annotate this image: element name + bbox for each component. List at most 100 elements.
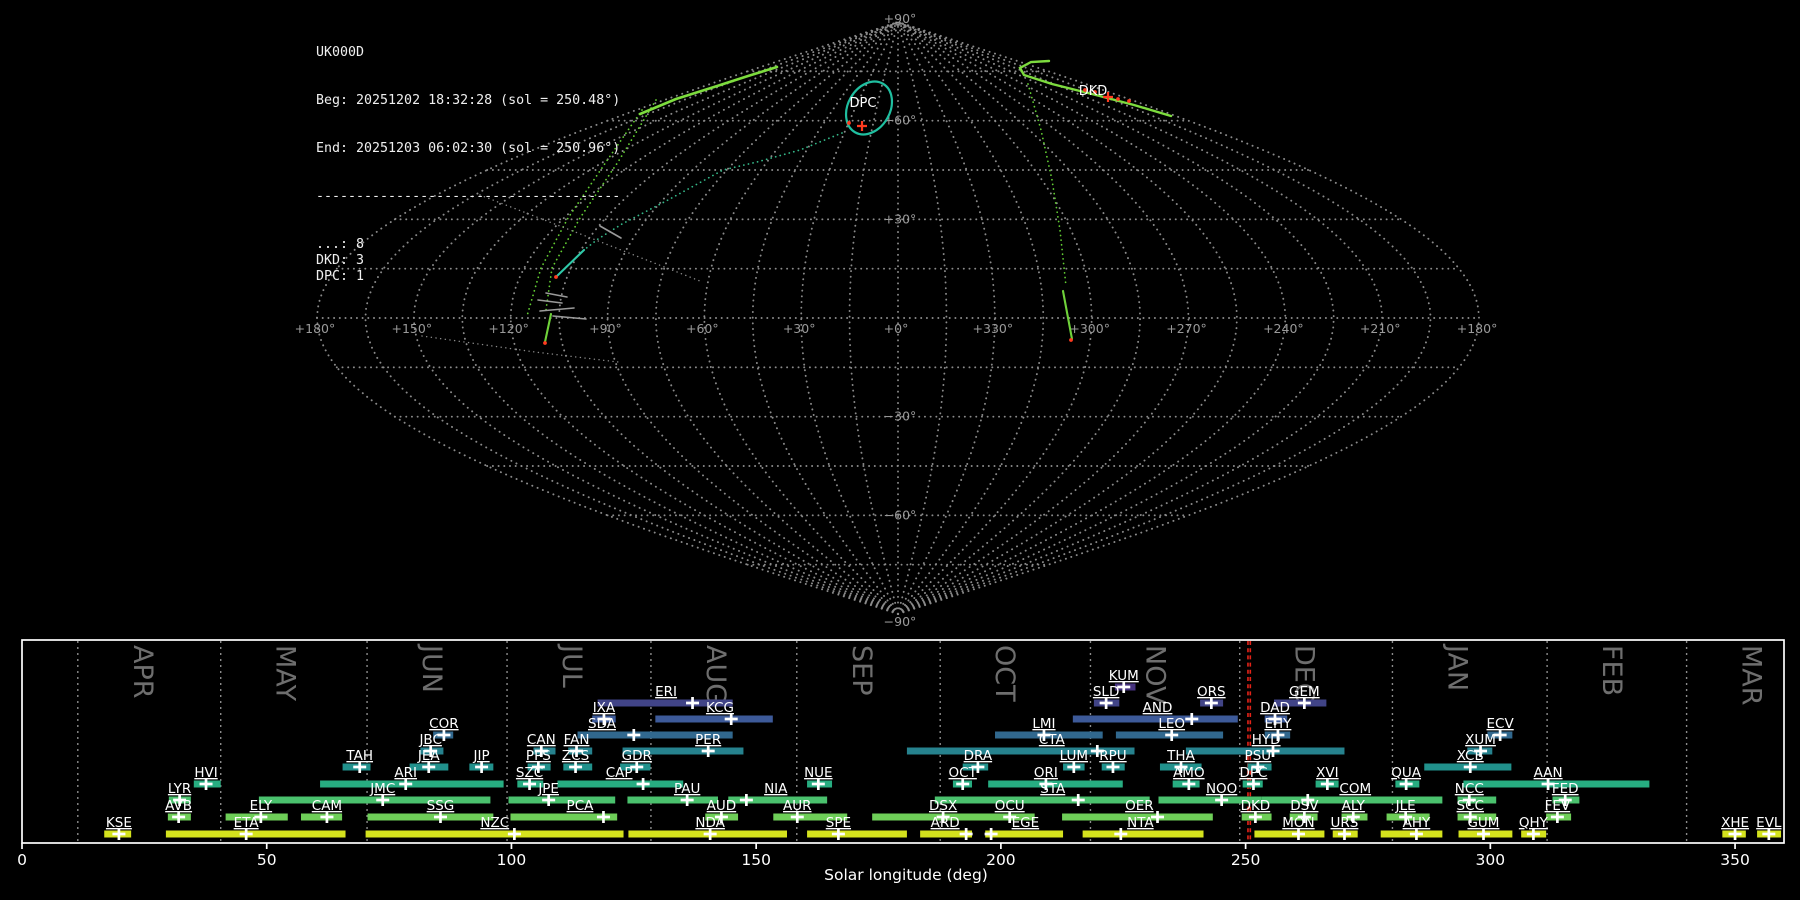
- x-tick-label: 350: [1720, 851, 1750, 869]
- shower-label-ZCS: ZCS: [562, 748, 589, 764]
- map-longitude-label: +210°: [1360, 321, 1401, 336]
- shower-label-JEA: JEA: [417, 748, 441, 764]
- shower-label-DSX: DSX: [929, 798, 957, 814]
- shower-label-JBC: JBC: [418, 732, 441, 748]
- month-label-AUG: AUG: [700, 645, 731, 704]
- shower-label-RPU: RPU: [1099, 748, 1126, 764]
- x-tick-label: 200: [986, 851, 1016, 869]
- shower-label-NOO: NOO: [1206, 781, 1237, 797]
- shower-label-JMC: JMC: [369, 781, 395, 797]
- dkd-drift-track: [1028, 84, 1066, 286]
- shower-count-DPC: DPC: 1: [316, 269, 620, 285]
- shower-label-URS: URS: [1331, 815, 1359, 831]
- shower-bar-PAU: [627, 797, 718, 804]
- meteor-endpoint-dot: [543, 341, 547, 345]
- shower-label-SCC: SCC: [1457, 798, 1484, 814]
- shower-label-AND: AND: [1143, 700, 1173, 716]
- month-label-JUL: JUL: [556, 643, 587, 688]
- shower-label-DAD: DAD: [1260, 700, 1290, 716]
- month-label-MAR: MAR: [1736, 645, 1767, 706]
- shower-label-XUM: XUM: [1465, 732, 1496, 748]
- shower-label-FEV: FEV: [1545, 798, 1571, 814]
- shower-label-LMI: LMI: [1032, 716, 1055, 732]
- shower-label-AUR: AUR: [783, 798, 812, 814]
- radiant-label-DPC: DPC: [850, 96, 877, 111]
- month-label-NOV: NOV: [1139, 645, 1170, 705]
- map-longitude-label: +150°: [392, 321, 433, 336]
- observation-info-block: UK000D Beg: 20251202 18:32:28 (sol = 250…: [316, 13, 620, 317]
- shower-label-IXA: IXA: [593, 700, 616, 716]
- month-label-SEP: SEP: [846, 645, 877, 695]
- shower-label-LYR: LYR: [168, 781, 191, 797]
- map-longitude-label: +60°: [686, 321, 719, 336]
- shower-label-EGE: EGE: [1012, 815, 1040, 831]
- shower-peak-marker-NZC: [508, 828, 521, 840]
- shower-label-NTA: NTA: [1127, 815, 1154, 831]
- begin-time-line: Beg: 20251202 18:32:28 (sol = 250.48°): [316, 93, 620, 109]
- shower-bar-JMC: [259, 797, 491, 804]
- shower-label-PPS: PPS: [526, 748, 551, 764]
- map-latitude-label: −60°: [884, 507, 917, 522]
- month-label-OCT: OCT: [989, 645, 1020, 702]
- shower-label-JLE: JLE: [1395, 798, 1416, 814]
- x-tick-label: 0: [17, 851, 27, 869]
- shower-label-SDA: SDA: [588, 716, 617, 732]
- shower-label-NIA: NIA: [764, 781, 788, 797]
- shower-bar-STA: [935, 797, 1150, 804]
- track-extension-2: [422, 336, 618, 362]
- map-latitude-label: −30°: [884, 409, 917, 424]
- shower-peak-marker-ERI: [686, 697, 699, 709]
- map-longitude-label: +330°: [973, 321, 1014, 336]
- shower-peak-marker-SDA: [627, 729, 640, 741]
- map-latitude-label: +90°: [884, 11, 917, 26]
- map-latitude-label: −90°: [884, 614, 917, 629]
- shower-label-XHE: XHE: [1721, 815, 1749, 831]
- shower-label-ALY: ALY: [1342, 798, 1366, 814]
- shower-label-QUA: QUA: [1391, 765, 1422, 781]
- shower-peak-marker-EGE: [985, 828, 998, 840]
- shower-label-SLD: SLD: [1093, 684, 1120, 700]
- shower-meteor-1: [1063, 291, 1072, 339]
- shower-label-GUM: GUM: [1467, 815, 1499, 831]
- shower-label-NCC: NCC: [1455, 781, 1484, 797]
- shower-peak-marker-PCA: [597, 811, 610, 823]
- shower-peak-marker-CAP: [637, 778, 650, 790]
- shower-bar-KCG: [655, 716, 772, 723]
- shower-label-AUD: AUD: [707, 798, 737, 814]
- separator-line: --------------------------------------: [316, 189, 620, 205]
- shower-label-TAH: TAH: [345, 748, 373, 764]
- month-label-FEB: FEB: [1596, 645, 1627, 696]
- shower-count-DKD: DKD: 3: [316, 253, 620, 269]
- shower-label-AVB: AVB: [165, 798, 192, 814]
- shower-peak-marker-ARD: [960, 828, 973, 840]
- meteor-endpoint-dot: [1116, 97, 1120, 101]
- shower-label-FED: FED: [1552, 781, 1579, 797]
- shower-label-CTA: CTA: [1039, 732, 1066, 748]
- shower-label-XCB: XCB: [1457, 748, 1484, 764]
- shower-label-DRA: DRA: [964, 748, 993, 764]
- map-longitude-label: +90°: [589, 321, 622, 336]
- shower-label-JIP: JIP: [473, 748, 490, 764]
- shower-label-ETA: ETA: [234, 815, 260, 831]
- shower-label-ORI: ORI: [1034, 765, 1058, 781]
- shower-label-JPE: JPE: [537, 781, 559, 797]
- map-latitude-label: +30°: [884, 211, 917, 226]
- shower-label-ARI: ARI: [394, 765, 417, 781]
- meteor-endpoint-dot: [847, 121, 851, 125]
- shower-label-CAM: CAM: [312, 798, 342, 814]
- shower-label-ARD: ARD: [931, 815, 960, 831]
- shower-label-PAU: PAU: [674, 781, 700, 797]
- shower-label-HVI: HVI: [194, 765, 217, 781]
- shower-label-EVL: EVL: [1756, 815, 1782, 831]
- shower-label-COM: COM: [1339, 781, 1371, 797]
- month-label-APR: APR: [127, 645, 158, 699]
- month-label-JUN: JUN: [416, 643, 447, 693]
- shower-peak-marker-NIA: [740, 794, 753, 806]
- shower-bar-SSG: [368, 814, 494, 821]
- shower-bar-JPE: [509, 797, 616, 804]
- graticule-meridian: [898, 22, 995, 614]
- shower-label-MON: MON: [1282, 815, 1314, 831]
- end-time-line: End: 20251203 06:02:30 (sol = 250.96°): [316, 141, 620, 157]
- shower-label-PER: PER: [695, 732, 721, 748]
- shower-bar-NZC: [366, 831, 624, 838]
